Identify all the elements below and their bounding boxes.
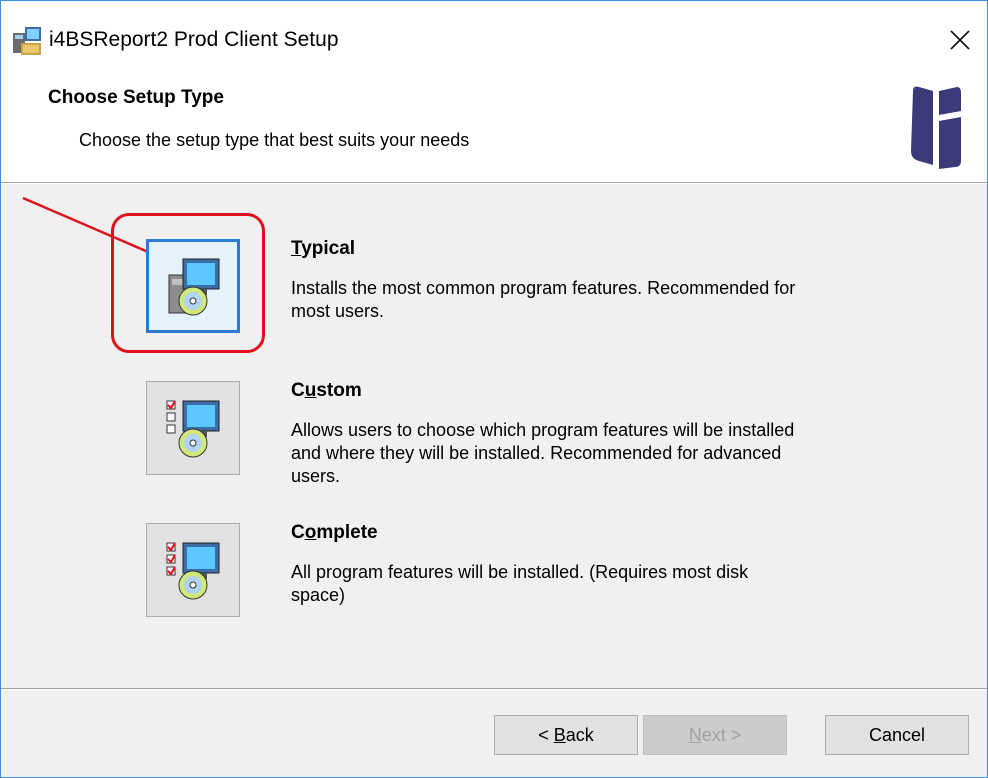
installer-app-icon [13,27,41,55]
typical-option-button[interactable] [146,239,240,333]
complete-option-description: All program features will be installed. … [291,562,749,605]
custom-option-label[interactable]: Custom [291,380,362,402]
complete-option-button[interactable] [146,523,240,617]
header-banner: Choose Setup Type Choose the setup type … [1,77,987,182]
cancel-button[interactable]: Cancel [825,715,969,755]
title-bar: i4BSReport2 Prod Client Setup [1,1,987,77]
close-button[interactable] [939,19,981,61]
complete-setup-icon [166,542,220,600]
close-icon [950,30,970,50]
installer-window: i4BSReport2 Prod Client Setup Choose Set… [0,0,988,778]
typical-setup-icon [168,258,220,316]
back-button[interactable]: < Back [494,715,638,755]
custom-setup-icon [166,400,220,458]
window-title: i4BSReport2 Prod Client Setup [49,28,339,51]
brand-logo-icon [911,86,961,169]
custom-option-description: Allows users to choose which program fea… [291,420,795,486]
page-subtitle: Choose the setup type that best suits yo… [79,130,470,150]
page-title: Choose Setup Type [48,87,224,108]
complete-option-label[interactable]: Complete [291,522,378,544]
typical-option-description: Installs the most common program feature… [291,278,796,321]
custom-option-button[interactable] [146,381,240,475]
next-button[interactable]: Next > [643,715,787,755]
typical-option-label[interactable]: Typical [291,238,355,260]
